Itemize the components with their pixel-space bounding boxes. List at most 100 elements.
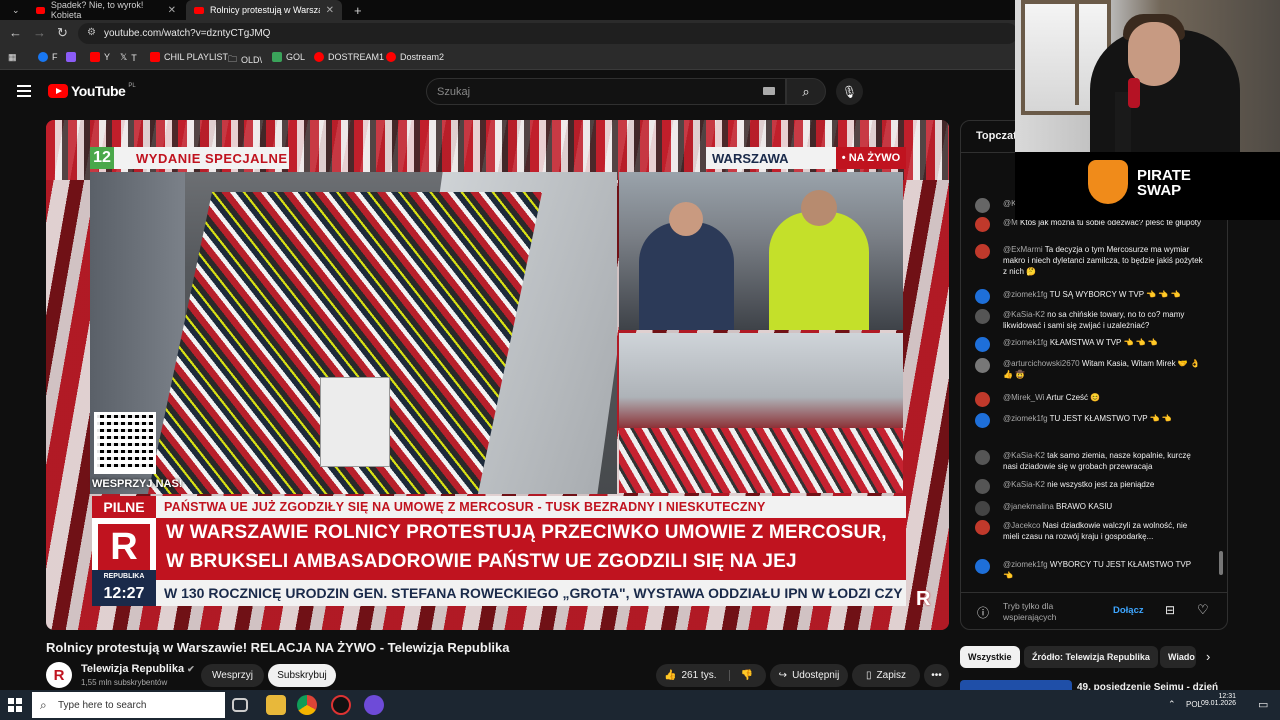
info-icon[interactable]: ⓘ [977, 604, 989, 621]
bookmark-chil-playlist[interactable]: CHIL PLAYLIST [150, 52, 228, 62]
chat-avatar[interactable] [975, 217, 990, 232]
chat-message[interactable]: @ziomek1fg KŁAMSTWA W TVP 👈 👈 👈 [975, 337, 1203, 352]
chat-username[interactable]: @ziomek1fg [1003, 560, 1048, 569]
chrome-icon[interactable] [297, 695, 317, 715]
taskbar-search-input[interactable]: ⌕ Type here to search [32, 692, 225, 718]
chat-avatar[interactable] [975, 479, 990, 494]
video-player[interactable]: 12 WYDANIE SPECJALNE WARSZAWA • NA ŻYWO … [46, 120, 949, 630]
search-input[interactable]: Szukaj [426, 78, 786, 105]
save-button[interactable]: ▯ Zapisz [852, 664, 920, 687]
tab-search-button[interactable]: ⌄ [4, 0, 24, 20]
apps-grid-icon[interactable]: ▦ [8, 52, 17, 63]
task-view-icon[interactable] [232, 698, 248, 712]
chat-username[interactable]: @Jacekco [1003, 521, 1040, 530]
channel-avatar[interactable]: R [46, 662, 72, 688]
chat-avatar[interactable] [975, 198, 990, 213]
chat-username[interactable]: @arturcichowski2670 [1003, 359, 1080, 368]
bookmark-gol[interactable]: GOL [272, 52, 305, 62]
chat-message[interactable]: @KaSia-K2 tak samo ziemia, nasze kopalni… [975, 450, 1203, 472]
notification-icon[interactable]: ▭ [1258, 698, 1268, 711]
chip-news[interactable]: Wiado [1160, 646, 1196, 668]
chat-username[interactable]: @ExMarmi [1003, 245, 1043, 254]
youtube-wordmark: YouTube [71, 83, 126, 99]
chat-avatar[interactable] [975, 520, 990, 535]
join-button[interactable]: Dołącz [1113, 605, 1144, 616]
chat-message[interactable]: @ziomek1fg TU JEST KŁAMSTWO TVP 👈 👈 [975, 413, 1203, 428]
chat-username[interactable]: @KaSia-K2 [1003, 480, 1045, 489]
chat-message[interactable]: @ziomek1fg WYBORCY TU JEST KŁAMSTWO TVP … [975, 559, 1203, 581]
windows-start-icon[interactable] [8, 698, 22, 712]
members-only-notice: Tryb tylko dla wspierających [1003, 601, 1057, 622]
channel-name[interactable]: Telewizja Republika ✔ [81, 663, 195, 675]
chat-message[interactable]: @KaSia-K2 no sa chińskie towary, no to c… [975, 309, 1203, 331]
obs-icon[interactable] [331, 695, 351, 715]
bookmark-dostream1[interactable]: DOSTREAM1 [314, 52, 384, 62]
tab-previous[interactable]: Spadek? Nie, to wyrok! Kobieta ✕ [28, 0, 184, 20]
chat-message[interactable]: @ziomek1fg TU SĄ WYBORCY W TVP 👈 👈 👈 [975, 289, 1203, 304]
heart-icon[interactable]: ♡ [1197, 602, 1209, 618]
bookmark-label: Y [104, 52, 111, 62]
language-indicator[interactable]: POL [1186, 700, 1202, 709]
chat-avatar[interactable] [975, 309, 990, 324]
chat-message[interactable]: @ExMarmi Ta decyzja o tym Mercosurze ma … [975, 244, 1203, 277]
bookmark-youtube[interactable]: Y [90, 52, 110, 62]
site-settings-icon[interactable]: ⚙ [87, 27, 96, 38]
search-button[interactable]: ⌕ [786, 78, 826, 105]
reload-icon[interactable]: ↻ [57, 25, 68, 41]
chat-username[interactable]: @ziomek1fg [1003, 414, 1048, 423]
chat-avatar[interactable] [975, 501, 990, 516]
chat-avatar[interactable] [975, 358, 990, 373]
chat-avatar[interactable] [975, 559, 990, 574]
like-button[interactable]: 👍 261 tys. 👎 [656, 664, 766, 687]
chat-avatar[interactable] [975, 450, 990, 465]
bookmark-dostream2[interactable]: Dostream2 [386, 52, 444, 62]
chat-username[interactable]: @KaSia-K2 [1003, 451, 1045, 460]
menu-hamburger-icon[interactable] [17, 85, 31, 100]
youtube-logo[interactable]: YouTube PL [48, 83, 136, 99]
chat-message[interactable]: @Mirek_Wi Artur Cześć 😊 [975, 392, 1203, 407]
like-count: 261 tys. [681, 670, 717, 681]
forward-arrow-icon[interactable]: → [33, 25, 46, 40]
file-explorer-icon[interactable] [266, 695, 286, 715]
chat-message[interactable]: @KaSia-K2 nie wszystko jest za pieniądze [975, 479, 1203, 494]
chat-avatar[interactable] [975, 337, 990, 352]
bookmark-twitch[interactable] [66, 52, 76, 62]
chat-avatar[interactable] [975, 392, 990, 407]
chat-message[interactable]: @janekmalina BRAWO KASIU [975, 501, 1203, 516]
chat-scrollbar[interactable] [1219, 551, 1223, 575]
close-icon[interactable]: ✕ [326, 5, 334, 16]
chat-avatar[interactable] [975, 289, 990, 304]
chevron-right-icon[interactable]: › [1206, 649, 1210, 664]
chat-username[interactable]: @janekmalina [1003, 502, 1054, 511]
taskbar-clock[interactable]: 12:31 09.01.2026 [1201, 693, 1236, 707]
keyboard-icon[interactable] [763, 87, 775, 95]
chat-username[interactable]: @Mirek_Wi [1003, 393, 1044, 402]
super-chat-icon[interactable]: ⊟ [1165, 603, 1175, 617]
bookmark-old[interactable]: 🗀 OLD\ [228, 52, 262, 68]
chat-message[interactable]: @Jacekco Nasi dziadkowie walczyli za wol… [975, 520, 1203, 542]
app-icon[interactable] [364, 695, 384, 715]
tab-current[interactable]: Rolnicy protestują w Warszawie ✕ [186, 0, 342, 20]
thumbs-down-icon[interactable]: 👎 [729, 670, 753, 681]
chat-username[interactable]: @KaSia-K2 [1003, 310, 1045, 319]
share-button[interactable]: ↪ Udostępnij [770, 664, 848, 687]
headline: W WARSZAWIE ROLNICY PROTESTUJĄ PRZECIWKO… [156, 518, 906, 601]
chat-avatar[interactable] [975, 244, 990, 259]
new-tab-button[interactable]: + [346, 0, 366, 20]
bookmark-facebook[interactable]: F [38, 52, 58, 62]
bookmark-x[interactable]: 𝕏T [120, 52, 137, 63]
chat-username[interactable]: @ziomek1fg [1003, 290, 1048, 299]
close-icon[interactable]: ✕ [168, 5, 176, 16]
chat-username[interactable]: @ziomek1fg [1003, 338, 1048, 347]
back-arrow-icon[interactable]: ← [9, 25, 22, 40]
more-actions-button[interactable]: ••• [924, 664, 949, 687]
chat-avatar[interactable] [975, 413, 990, 428]
tray-chevron-icon[interactable]: ⌃ [1168, 699, 1176, 710]
chip-all[interactable]: Wszystkie [960, 646, 1020, 668]
subscribe-button[interactable]: Subskrybuj [268, 664, 336, 687]
chip-source[interactable]: Źródło: Telewizja Republika [1024, 646, 1158, 668]
chat-message[interactable]: @arturcichowski2670 Witam Kasia, Witam M… [975, 358, 1203, 380]
voice-search-button[interactable]: 🎙 [836, 78, 863, 105]
support-button[interactable]: Wesprzyj [201, 664, 264, 687]
url-field[interactable]: ⚙ youtube.com/watch?v=dzntyCTgJMQ [78, 23, 1018, 44]
